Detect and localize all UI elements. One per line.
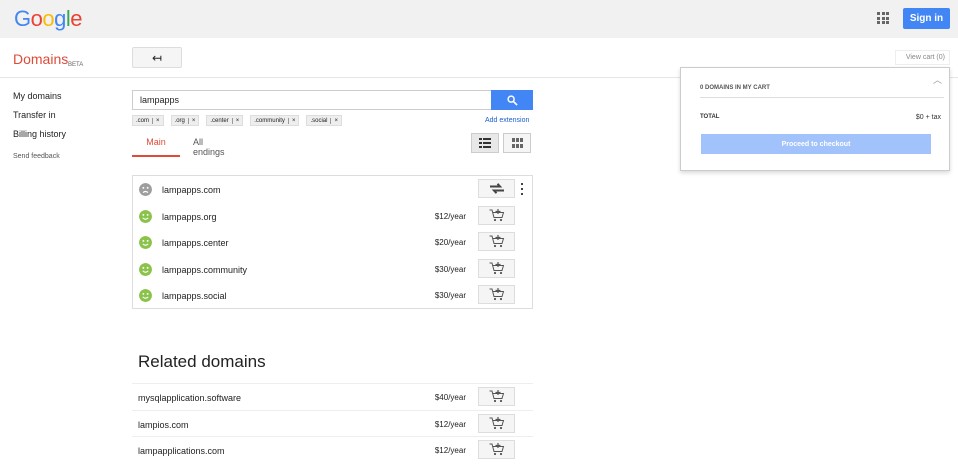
list-view-icon	[479, 138, 491, 148]
remove-chip-icon[interactable]: ×	[287, 117, 295, 124]
result-row: lampapps.center $20/year	[133, 229, 532, 255]
domain-price: $12/year	[434, 420, 466, 429]
add-cart-icon	[489, 443, 504, 456]
add-to-cart-button[interactable]	[478, 259, 515, 278]
domains-brand[interactable]: Domains	[13, 51, 68, 67]
domain-price: $12/year	[434, 212, 466, 221]
grid-view-icon	[511, 138, 523, 148]
add-to-cart-button[interactable]	[478, 387, 515, 406]
add-to-cart-button[interactable]	[478, 440, 515, 459]
send-feedback-link[interactable]: Send feedback	[13, 153, 66, 160]
extension-chip[interactable]: .community ×	[250, 115, 300, 126]
remove-chip-icon[interactable]: ×	[330, 117, 338, 124]
cart-dropdown: ︿ 0 DOMAINS IN MY CART TOTAL $0 + tax Pr…	[680, 67, 950, 171]
cart-total-value: $0 + tax	[915, 114, 941, 121]
transfer-button[interactable]	[478, 179, 515, 198]
happy-face-icon	[139, 236, 152, 249]
sidebar-item-transfer-in[interactable]: Transfer in	[13, 110, 66, 129]
add-cart-icon	[489, 209, 504, 222]
domain-price: $20/year	[434, 238, 466, 247]
tab-all-endings[interactable]: All endings	[193, 137, 225, 157]
result-row: lampapps.community $30/year	[133, 256, 532, 282]
happy-face-icon	[139, 289, 152, 302]
remove-chip-icon[interactable]: ×	[231, 117, 239, 124]
domain-price: $40/year	[434, 393, 466, 402]
add-extension-link[interactable]: Add extension	[485, 117, 529, 124]
add-cart-icon	[489, 288, 504, 301]
grid-view-button[interactable]	[503, 133, 531, 153]
result-row: lampapps.social $30/year	[133, 282, 532, 308]
back-button[interactable]: ↤	[132, 47, 182, 68]
related-row: lampapplications.com $12/year	[132, 436, 533, 462]
add-cart-icon	[489, 417, 504, 430]
sad-face-icon	[139, 183, 152, 196]
extension-chip[interactable]: .social ×	[306, 115, 342, 126]
domain-name[interactable]: lampapps.center	[162, 238, 229, 248]
google-logo[interactable]: Google	[14, 6, 83, 32]
domain-name[interactable]: lampapps.social	[162, 291, 227, 301]
cart-count: 0 DOMAINS IN MY CART	[700, 85, 770, 91]
sidebar-item-my-domains[interactable]: My domains	[13, 91, 66, 110]
view-cart-button[interactable]: View cart (0)	[895, 50, 950, 65]
domain-name[interactable]: mysqlapplication.software	[138, 393, 241, 403]
add-cart-icon	[489, 235, 504, 248]
sidebar: My domains Transfer in Billing history S…	[13, 91, 66, 160]
domain-name[interactable]: lampios.com	[138, 420, 189, 430]
more-options-icon[interactable]	[519, 181, 525, 197]
top-bar: Google Sign in	[0, 0, 958, 38]
happy-face-icon	[139, 263, 152, 276]
remove-chip-icon[interactable]: ×	[187, 117, 195, 124]
domain-price: $30/year	[434, 265, 466, 274]
cart-total-label: TOTAL	[700, 114, 720, 120]
sidebar-item-billing-history[interactable]: Billing history	[13, 129, 66, 148]
domain-name[interactable]: lampapps.org	[162, 212, 217, 222]
result-row: lampapps.com	[133, 176, 532, 202]
swap-arrows-icon	[489, 183, 504, 194]
add-to-cart-button[interactable]	[478, 206, 515, 225]
remove-chip-icon[interactable]: ×	[152, 117, 160, 124]
tab-main[interactable]: Main	[132, 137, 180, 157]
back-arrow-icon: ↤	[151, 50, 163, 65]
beta-badge: BETA	[68, 62, 84, 68]
add-cart-icon	[489, 262, 504, 275]
result-row: lampapps.org $12/year	[133, 203, 532, 229]
domain-name[interactable]: lampapps.community	[162, 265, 247, 275]
search-icon	[506, 94, 518, 106]
extension-chips: .com × .org × .center × .community × .social…	[132, 115, 342, 126]
list-view-button[interactable]	[471, 133, 499, 153]
related-row: mysqlapplication.software $40/year	[132, 383, 533, 409]
apps-grid-icon[interactable]	[877, 12, 889, 24]
search-results: lampapps.com lampapps.org $12/year lampa…	[132, 175, 533, 309]
add-to-cart-button[interactable]	[478, 414, 515, 433]
domain-price: $30/year	[434, 291, 466, 300]
search-button[interactable]	[491, 90, 533, 110]
happy-face-icon	[139, 210, 152, 223]
extension-chip[interactable]: .com ×	[132, 115, 164, 126]
domain-name[interactable]: lampapps.com	[162, 185, 221, 195]
add-to-cart-button[interactable]	[478, 232, 515, 251]
domain-name[interactable]: lampapplications.com	[138, 446, 225, 456]
domain-price: $12/year	[434, 446, 466, 455]
cart-divider	[700, 97, 944, 98]
add-cart-icon	[489, 390, 504, 403]
add-to-cart-button[interactable]	[478, 285, 515, 304]
extension-chip[interactable]: .org ×	[170, 115, 200, 126]
search-input[interactable]: lampapps	[132, 90, 492, 110]
related-row: lampios.com $12/year	[132, 410, 533, 436]
related-domains-heading: Related domains	[138, 352, 266, 371]
sign-in-button[interactable]: Sign in	[903, 8, 950, 29]
extension-chip[interactable]: .center ×	[206, 115, 244, 126]
proceed-to-checkout-button[interactable]: Proceed to checkout	[701, 134, 931, 154]
collapse-chevron-icon[interactable]: ︿	[933, 73, 942, 86]
